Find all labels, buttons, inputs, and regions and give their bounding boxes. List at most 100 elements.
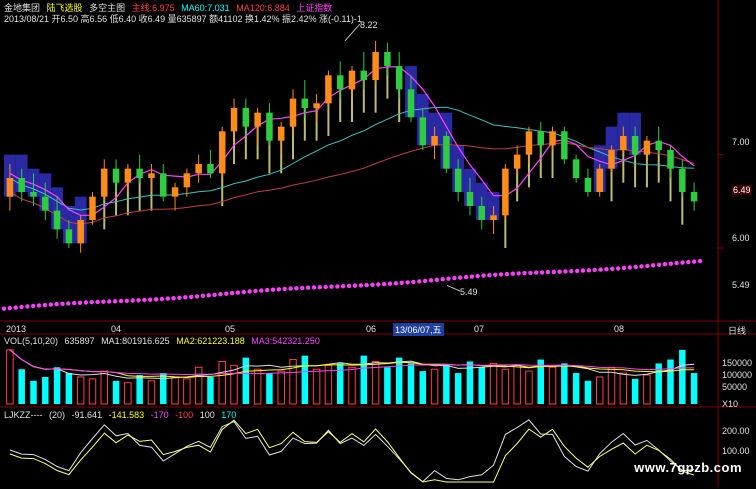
candle-body xyxy=(608,150,615,169)
index-dot xyxy=(686,259,691,265)
volume-bar xyxy=(30,380,37,404)
volume-bar xyxy=(18,369,25,404)
index-dot xyxy=(498,272,504,277)
index-dot xyxy=(446,276,451,281)
header-line-1: 金地集团 陆飞选股 多空主图 主线:6.975 MA60:7.031 MA120… xyxy=(4,3,336,13)
index-dot xyxy=(534,270,539,275)
index-dot xyxy=(516,271,521,276)
volume-bar xyxy=(572,373,580,404)
vol-header: VOL(5,10,20) 635897 MA1:801916.625 MA2:6… xyxy=(4,336,324,346)
candle-body xyxy=(336,75,344,90)
candle-body xyxy=(690,192,698,202)
candle-body xyxy=(301,98,309,108)
candle-body xyxy=(549,131,556,146)
vol-ma2: MA2:621223.188 xyxy=(176,336,245,346)
candle-body xyxy=(207,164,214,174)
index-dot xyxy=(346,283,352,289)
header-line-2: 2013/08/21 开6.50 高6.56 低6.40 收6.49 量6358… xyxy=(4,14,362,24)
candle-body xyxy=(195,164,202,174)
candle-body xyxy=(631,136,639,155)
index-dot xyxy=(557,269,562,274)
ind-label: LJKZZ---- xyxy=(4,410,43,420)
index-dot xyxy=(452,275,457,281)
stock-chart[interactable]: 金地集团 陆飞选股 多空主图 主线:6.975 MA60:7.031 MA120… xyxy=(0,0,756,487)
index-dot xyxy=(621,265,627,271)
volume-bar xyxy=(42,376,49,404)
index-dot xyxy=(165,296,170,301)
index-dot xyxy=(692,259,697,264)
price-tick-1: 7.00 xyxy=(732,137,750,147)
candle-body xyxy=(513,154,521,169)
index-dot xyxy=(136,298,141,303)
index-dot xyxy=(463,274,469,280)
candle-body xyxy=(42,196,49,211)
index-dot xyxy=(270,287,276,292)
index-dot xyxy=(60,301,65,306)
index-dot xyxy=(615,266,621,271)
index-dot xyxy=(645,263,650,269)
volume-bar xyxy=(419,371,427,404)
candle-body xyxy=(537,131,544,146)
index-dot xyxy=(148,297,153,302)
index-dot xyxy=(241,289,246,295)
index-dot xyxy=(247,289,252,294)
index-dot xyxy=(153,297,159,302)
index-dot xyxy=(7,305,12,311)
index-dot xyxy=(680,260,685,265)
index-dot xyxy=(112,299,118,304)
index-dot xyxy=(48,302,53,307)
index-dot xyxy=(323,284,328,290)
volume-bar xyxy=(454,373,462,404)
candle-body xyxy=(171,187,179,197)
watermark: www.7gpzb.com xyxy=(634,460,742,475)
index-dot xyxy=(651,263,656,268)
header-item-3: 主线:6.975 xyxy=(131,3,175,13)
index-dot xyxy=(89,300,94,305)
index-dot xyxy=(627,265,632,270)
candle-body xyxy=(6,178,14,197)
index-dot xyxy=(335,284,340,289)
index-dot xyxy=(253,288,258,294)
index-dot xyxy=(95,299,100,305)
candle-body xyxy=(596,168,603,192)
index-dot xyxy=(481,273,486,278)
index-dot xyxy=(422,278,428,284)
header-item-5: MA120:6.884 xyxy=(236,3,290,13)
index-dot xyxy=(697,258,703,264)
candle-body xyxy=(77,220,84,244)
index-dot xyxy=(212,292,217,297)
volume-bar xyxy=(160,373,167,404)
candle-body xyxy=(325,75,332,104)
time-right-label: 日线 xyxy=(728,326,747,336)
index-dot xyxy=(440,277,445,282)
time-label-3: 05 xyxy=(225,324,236,334)
time-label-1: 2013 xyxy=(6,324,27,334)
time-label-5: 07 xyxy=(474,324,485,334)
candle-body xyxy=(254,112,261,127)
index-dot xyxy=(604,267,609,272)
index-dot xyxy=(341,284,346,289)
index-dot xyxy=(130,298,135,303)
index-dot xyxy=(376,282,381,287)
vol-tick-3: 50000 xyxy=(722,382,748,392)
index-dot xyxy=(31,303,36,309)
candle-body xyxy=(679,168,686,192)
index-dot xyxy=(265,287,270,293)
index-dot xyxy=(189,294,194,300)
index-dot xyxy=(19,304,24,310)
index-dot xyxy=(259,288,264,293)
volume-bar xyxy=(360,355,368,404)
candle-body xyxy=(360,70,368,80)
volume-bar xyxy=(478,367,486,404)
candle-body xyxy=(502,168,509,216)
index-dot xyxy=(469,274,475,279)
index-dot xyxy=(101,299,106,304)
index-dot xyxy=(504,271,510,277)
ind-v5: 100 xyxy=(199,410,215,420)
index-dot xyxy=(36,303,42,308)
index-dot xyxy=(118,298,124,304)
candle-body xyxy=(65,229,73,244)
vol-value: 635897 xyxy=(64,336,95,346)
candle-body xyxy=(230,108,238,132)
index-dot xyxy=(399,280,404,285)
